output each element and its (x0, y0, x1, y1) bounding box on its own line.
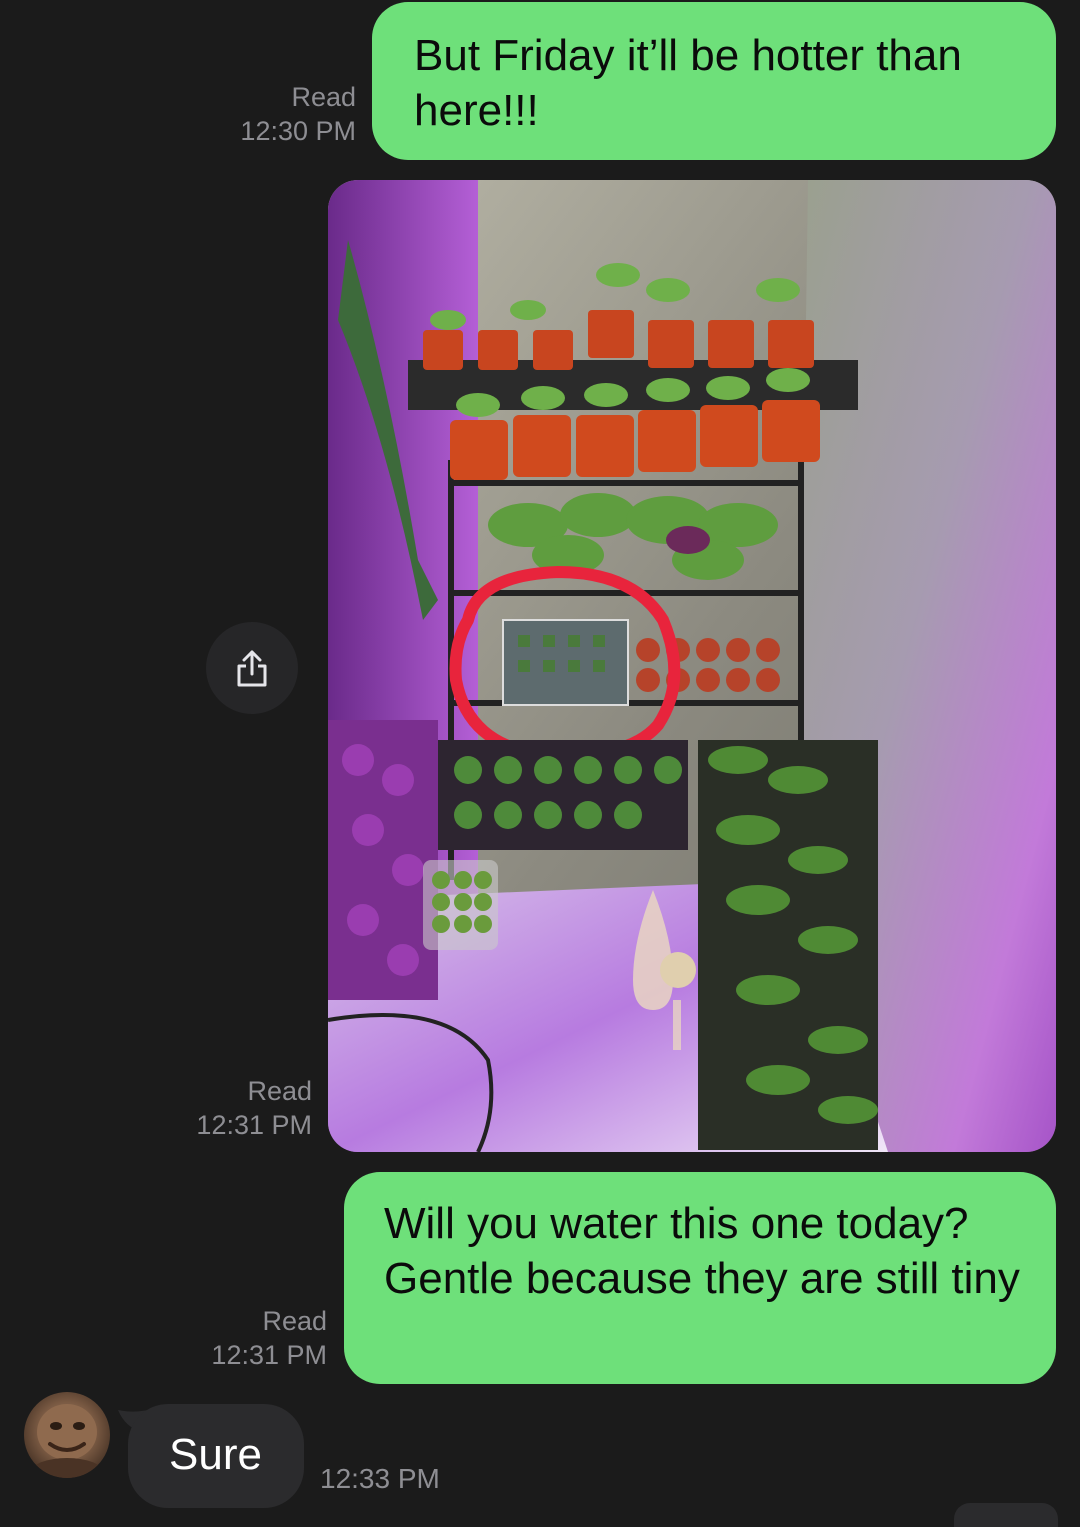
read-receipt: Read 12:31 PM (150, 1304, 327, 1372)
read-receipt: Read 12:30 PM (180, 80, 356, 148)
message-time: 12:31 PM (196, 1110, 312, 1140)
message-time: 12:33 PM (320, 1463, 440, 1494)
photo-content (328, 180, 1056, 1152)
incoming-message-bubble[interactable]: Sure (128, 1404, 304, 1508)
read-status: Read (247, 1076, 312, 1106)
outgoing-message-bubble[interactable]: Will you water this one today? Gentle be… (344, 1172, 1056, 1384)
outgoing-message-bubble[interactable]: But Friday it’ll be hotter than here!!! (372, 2, 1056, 160)
message-text: Sure (169, 1430, 262, 1479)
share-icon (237, 650, 267, 687)
message-text: But Friday it’ll be hotter than here!!! (414, 31, 962, 135)
conversation-view: Read 12:30 PM But Friday it’ll be hotter… (0, 0, 1080, 1527)
share-button[interactable] (206, 622, 298, 714)
grow-tent-seedlings-photo[interactable] (328, 180, 1056, 1152)
read-status: Read (262, 1306, 327, 1336)
message-time: 12:31 PM (211, 1340, 327, 1370)
read-status: Read (291, 82, 356, 112)
scroll-to-bottom-chip[interactable] (954, 1503, 1058, 1527)
contact-avatar[interactable] (24, 1392, 110, 1478)
message-text: Will you water this one today? Gentle be… (384, 1199, 1020, 1303)
message-time: 12:30 PM (240, 116, 356, 146)
read-receipt: Read 12:31 PM (150, 1074, 312, 1142)
